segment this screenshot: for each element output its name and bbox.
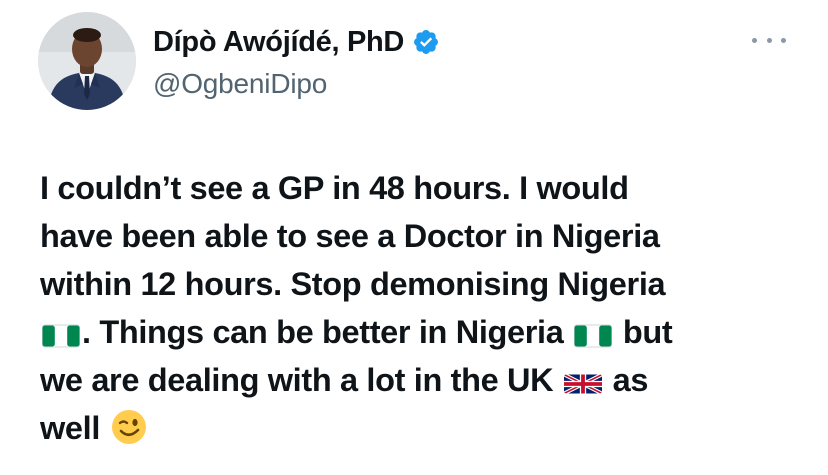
tweet-segment: but bbox=[622, 314, 673, 350]
author-name-row: Dípò Awójídé, PhD bbox=[153, 24, 440, 60]
winking-face-icon bbox=[111, 409, 147, 445]
avatar-image bbox=[38, 12, 136, 110]
tweet-segment: as bbox=[612, 362, 649, 398]
tweet-text: I couldn’t see a GP in 48 hours. I would… bbox=[40, 164, 800, 452]
tweet: Dípò Awójídé, PhD @OgbeniDipo I couldn’t… bbox=[0, 0, 828, 475]
tweet-segment: well bbox=[40, 410, 101, 446]
tweet-line: . Things can be better in Nigeria but bbox=[40, 308, 800, 356]
more-dot bbox=[752, 37, 757, 43]
nigeria-flag-icon bbox=[574, 323, 613, 349]
tweet-line: within 12 hours. Stop demonising Nigeria bbox=[40, 266, 666, 302]
tweet-segment: . Things can be better in Nigeria bbox=[82, 314, 564, 350]
more-dot bbox=[766, 37, 772, 43]
more-options-icon[interactable] bbox=[752, 30, 786, 50]
author-handle[interactable]: @OgbeniDipo bbox=[153, 68, 327, 100]
verified-badge-icon bbox=[412, 28, 440, 56]
avatar[interactable] bbox=[38, 12, 136, 110]
uk-flag-icon bbox=[563, 371, 602, 397]
tweet-line: well bbox=[40, 404, 800, 452]
nigeria-flag-icon bbox=[42, 323, 80, 349]
tweet-line: I couldn’t see a GP in 48 hours. I would bbox=[40, 170, 629, 206]
tweet-segment: we are dealing with a lot in the UK bbox=[40, 362, 554, 398]
tweet-line: we are dealing with a lot in the UK as bbox=[40, 356, 800, 404]
author-display-name[interactable]: Dípò Awójídé, PhD bbox=[153, 26, 404, 59]
more-dot bbox=[781, 37, 786, 43]
tweet-line: have been able to see a Doctor in Nigeri… bbox=[40, 218, 660, 254]
